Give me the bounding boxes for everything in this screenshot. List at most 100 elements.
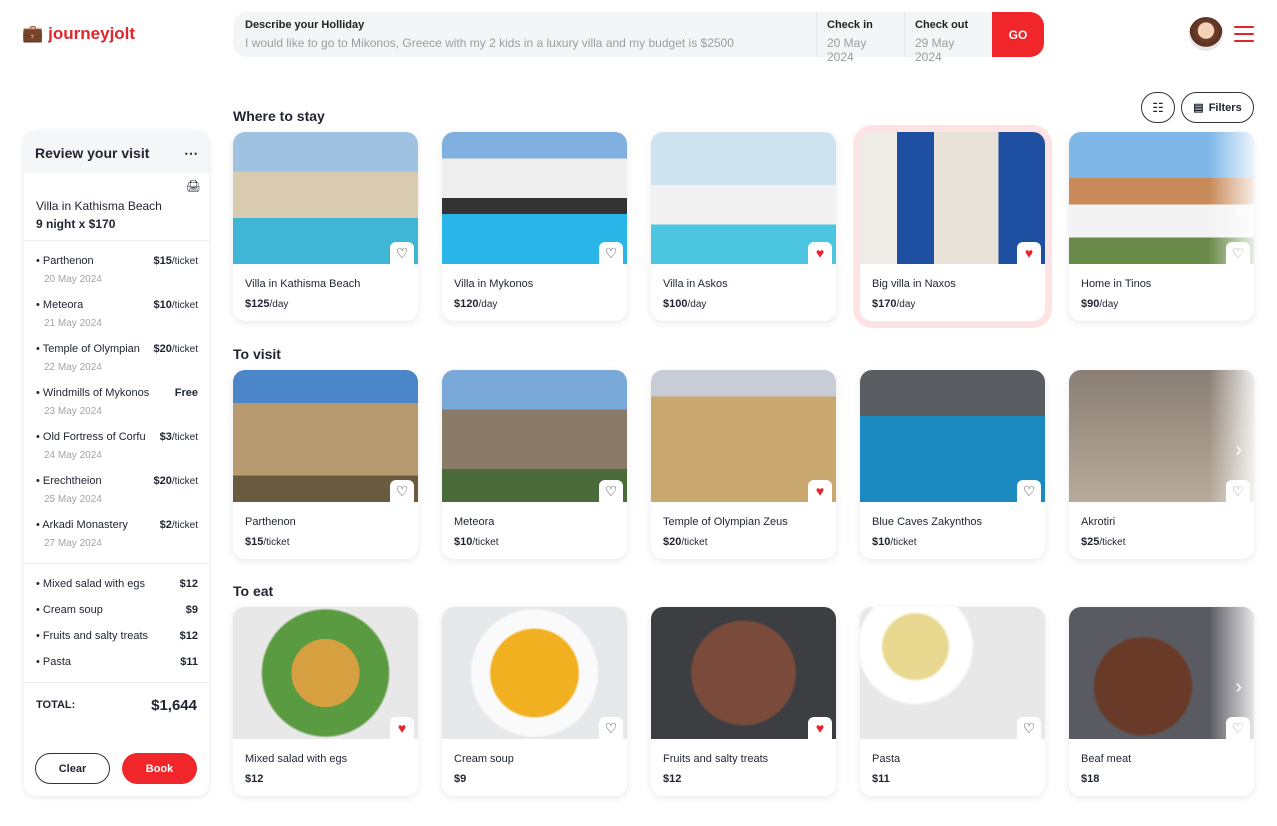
price-amount: $12	[663, 773, 682, 785]
food-price: $9	[185, 604, 198, 616]
item-image: ♥	[651, 607, 836, 739]
heart-icon[interactable]: ♡	[1017, 480, 1041, 502]
food-item: • Cream soup $9	[24, 604, 209, 616]
item-name: Parthenon	[245, 516, 296, 528]
item-card[interactable]: ♡ Blue Caves Zakynthos $10/ticket	[860, 370, 1045, 559]
visit-date: 20 May 2024	[44, 274, 102, 285]
view-toggle-button[interactable]: ☷	[1141, 92, 1175, 123]
go-button[interactable]: GO	[992, 12, 1044, 57]
item-card[interactable]: ♡ Villa in Kathisma Beach $125/day	[233, 132, 418, 321]
heart-icon[interactable]: ♥	[808, 242, 832, 264]
item-image: ♥	[860, 132, 1045, 264]
price-amount: $10	[153, 299, 172, 311]
heart-icon[interactable]: ♥	[390, 717, 414, 739]
visit-item: • Temple of Olympian $20/ticket	[24, 343, 209, 355]
item-price: $10/ticket	[872, 536, 1045, 548]
price-amount: $20	[663, 536, 682, 548]
item-name: Big villa in Naxos	[872, 278, 956, 290]
filters-button[interactable]: ▤ Filters	[1181, 92, 1254, 123]
price-amount: $2	[159, 519, 172, 531]
hamburger-menu-icon[interactable]	[1234, 26, 1254, 47]
checkin-label: Check in	[827, 19, 873, 31]
visit-date: 27 May 2024	[44, 538, 102, 549]
checkout-field[interactable]: Check out 29 May 2024	[904, 12, 992, 64]
item-name: Blue Caves Zakynthos	[872, 516, 983, 528]
price-amount: $15	[245, 536, 264, 548]
fade-overlay	[1209, 607, 1254, 796]
visit-name: • Windmills of Mykonos	[36, 387, 150, 399]
price-amount: $170	[872, 298, 897, 310]
heart-icon[interactable]: ♡	[599, 242, 623, 264]
item-card[interactable]: ♡›Beaf meat$18	[1069, 607, 1254, 796]
item-card[interactable]: ♥ Villa in Askos $100/day	[651, 132, 836, 321]
item-price: $12	[245, 773, 418, 785]
visit-price: $20/ticket	[154, 343, 198, 355]
item-price: $20/ticket	[663, 536, 836, 548]
food-item: • Fruits and salty treats $12	[24, 630, 209, 642]
total-value: $1,644	[151, 696, 197, 714]
price-amount: $100	[663, 298, 688, 310]
book-button[interactable]: Book	[122, 753, 197, 784]
visit-item: • Parthenon $15/ticket	[24, 255, 209, 267]
checkin-value: 20 May 2024	[827, 36, 867, 64]
item-card[interactable]: ♡ Villa in Mykonos $120/day	[442, 132, 627, 321]
visit-name: • Old Fortress of Corfu	[36, 431, 146, 443]
price-amount: $10	[872, 536, 891, 548]
visit-name: • Erechtheion	[36, 475, 102, 487]
search-label: Describe your Holliday	[245, 19, 365, 31]
heart-icon[interactable]: ♥	[1017, 242, 1041, 264]
search-bar: Describe your Holliday I would like to go…	[233, 12, 1044, 64]
heart-icon[interactable]: ♡	[599, 717, 623, 739]
item-card[interactable]: ♡ Cream soup $9	[442, 607, 627, 796]
price-amount: $20	[153, 475, 172, 487]
heart-icon[interactable]: ♥	[808, 717, 832, 739]
price-amount: $18	[1081, 773, 1100, 785]
item-card[interactable]: ♥ Fruits and salty treats $12	[651, 607, 836, 796]
price-amount: $12	[245, 773, 264, 785]
food-item: • Mixed salad with egs $12	[24, 578, 209, 590]
heart-icon[interactable]: ♡	[390, 242, 414, 264]
price-amount: $120	[454, 298, 479, 310]
price-unit: /ticket	[472, 537, 499, 548]
section-title: To eat	[233, 583, 274, 599]
food-price: $12	[179, 630, 198, 642]
print-icon[interactable]: 🖨	[186, 179, 201, 193]
item-card[interactable]: ♡›Akrotiri$25/ticket	[1069, 370, 1254, 559]
item-name: Temple of Olympian Zeus	[663, 516, 788, 528]
item-card[interactable]: ♡ Meteora $10/ticket	[442, 370, 627, 559]
price-unit: /ticket	[171, 344, 198, 355]
item-image: ♥	[233, 607, 418, 739]
avatar[interactable]	[1189, 17, 1223, 51]
item-card[interactable]: ♡›Home in Tinos$90/day	[1069, 132, 1254, 321]
food-price: $12	[179, 578, 198, 590]
item-price: $11	[872, 773, 1045, 785]
item-card[interactable]: ♡ Parthenon $15/ticket	[233, 370, 418, 559]
item-card[interactable]: ♥ Mixed salad with egs $12	[233, 607, 418, 796]
more-options-icon[interactable]: ⋯	[184, 145, 198, 161]
item-image: ♡	[860, 607, 1045, 739]
price-amount: Free	[174, 387, 198, 399]
item-name: Villa in Kathisma Beach	[245, 278, 361, 290]
item-name: Fruits and salty treats	[663, 753, 769, 765]
checkout-value: 29 May 2024	[915, 36, 955, 64]
heart-icon[interactable]: ♡	[1017, 717, 1041, 739]
visit-date: 24 May 2024	[44, 450, 102, 461]
heart-icon[interactable]: ♥	[808, 480, 832, 502]
item-card[interactable]: ♥ Temple of Olympian Zeus $20/ticket	[651, 370, 836, 559]
heart-icon[interactable]: ♡	[599, 480, 623, 502]
item-card[interactable]: ♥ Big villa in Naxos $170/day	[860, 132, 1045, 321]
checkout-label: Check out	[915, 19, 969, 31]
clear-button[interactable]: Clear	[35, 753, 110, 784]
holiday-input[interactable]: Describe your Holliday I would like to go…	[233, 12, 816, 57]
logo[interactable]: 💼 journeyjolt	[22, 24, 135, 44]
item-price: $10/ticket	[454, 536, 627, 548]
item-card[interactable]: ♡ Pasta $11	[860, 607, 1045, 796]
price-unit: /day	[687, 299, 707, 310]
item-name: Meteora	[454, 516, 495, 528]
visit-name: • Arkadi Monastery	[36, 519, 128, 531]
price-amount: $25	[1081, 536, 1100, 548]
heart-icon[interactable]: ♡	[390, 480, 414, 502]
price-unit: /ticket	[681, 537, 708, 548]
price-amount: $3	[159, 431, 172, 443]
checkin-field[interactable]: Check in 20 May 2024	[816, 12, 904, 64]
